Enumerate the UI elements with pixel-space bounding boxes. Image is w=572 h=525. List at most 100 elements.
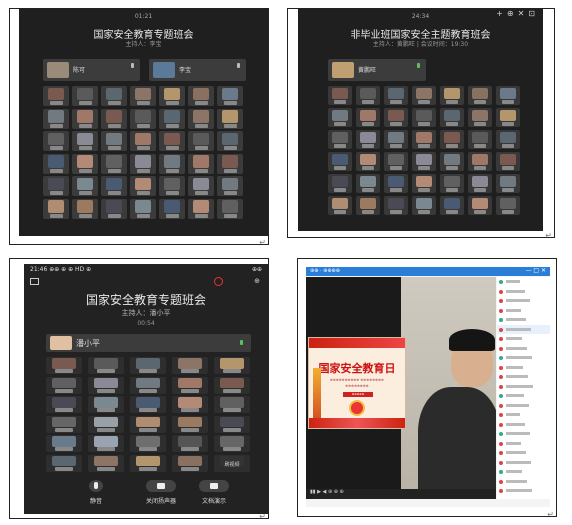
participant-tile[interactable] bbox=[217, 131, 243, 151]
participant-tile[interactable] bbox=[468, 174, 492, 193]
participant-tile[interactable] bbox=[214, 357, 250, 374]
participant-tile[interactable] bbox=[440, 152, 464, 171]
participant-tile[interactable] bbox=[130, 415, 166, 433]
participant-tile[interactable] bbox=[468, 86, 492, 105]
participant-list-item[interactable] bbox=[497, 344, 550, 354]
participant-tile[interactable] bbox=[328, 152, 352, 171]
participant-tile[interactable]: 刷视频 bbox=[214, 454, 250, 472]
participant-tile[interactable] bbox=[101, 176, 127, 196]
participant-list-item[interactable] bbox=[497, 391, 550, 401]
participant-list-item[interactable] bbox=[497, 382, 550, 392]
close-icon[interactable]: ✕ bbox=[518, 9, 529, 18]
participant-tile[interactable] bbox=[412, 196, 436, 215]
mute-button[interactable]: 静音 bbox=[76, 480, 116, 505]
participant-tile[interactable] bbox=[46, 435, 82, 452]
participant-tile[interactable] bbox=[440, 130, 464, 149]
participant-tile[interactable] bbox=[130, 435, 166, 452]
participant-tile[interactable] bbox=[88, 435, 124, 452]
participant-list-item[interactable] bbox=[497, 429, 550, 439]
participant-tile[interactable] bbox=[384, 196, 408, 215]
host-card-1[interactable]: 陈可 bbox=[43, 59, 140, 81]
participant-tile[interactable] bbox=[46, 454, 82, 472]
participant-tile[interactable] bbox=[496, 130, 520, 149]
participant-tile[interactable] bbox=[188, 198, 214, 219]
participant-tile[interactable] bbox=[159, 176, 185, 196]
settings-icon[interactable]: ⊕ bbox=[507, 9, 518, 18]
participant-tile[interactable] bbox=[72, 176, 98, 196]
participant-list-item[interactable] bbox=[497, 401, 550, 411]
participant-tile[interactable] bbox=[214, 376, 250, 394]
participant-tile[interactable] bbox=[328, 130, 352, 149]
participant-tile[interactable] bbox=[172, 396, 208, 413]
participant-tile[interactable] bbox=[217, 86, 243, 106]
host-card[interactable]: 潘小平 bbox=[46, 334, 251, 352]
participant-tile[interactable] bbox=[130, 357, 166, 374]
participant-tile[interactable] bbox=[356, 152, 380, 171]
minimize-icon[interactable] bbox=[30, 278, 39, 285]
participant-tile[interactable] bbox=[130, 86, 156, 106]
participant-tile[interactable] bbox=[130, 454, 166, 472]
participant-tile[interactable] bbox=[159, 153, 185, 174]
host-card[interactable]: 黄鹏旺 bbox=[328, 59, 426, 81]
participant-tile[interactable] bbox=[43, 86, 69, 106]
participant-list-item[interactable] bbox=[497, 410, 550, 420]
participant-tile[interactable] bbox=[412, 108, 436, 127]
participant-tile[interactable] bbox=[130, 198, 156, 219]
participant-tile[interactable] bbox=[101, 198, 127, 219]
participant-tile[interactable] bbox=[328, 174, 352, 193]
participant-tile[interactable] bbox=[130, 376, 166, 394]
participant-tile[interactable] bbox=[101, 131, 127, 151]
participant-list-item[interactable] bbox=[497, 458, 550, 468]
participant-list-item[interactable] bbox=[497, 448, 550, 458]
participant-tile[interactable] bbox=[356, 108, 380, 127]
participant-list-item[interactable] bbox=[497, 353, 550, 363]
document-button[interactable]: 文档演示 bbox=[192, 480, 236, 505]
participant-tile[interactable] bbox=[440, 108, 464, 127]
participant-tile[interactable] bbox=[172, 454, 208, 472]
participant-tile[interactable] bbox=[130, 108, 156, 129]
participant-tile[interactable] bbox=[468, 152, 492, 171]
participant-tile[interactable] bbox=[214, 396, 250, 413]
participant-tile[interactable] bbox=[159, 198, 185, 219]
participant-tile[interactable] bbox=[130, 396, 166, 413]
host-card-2[interactable]: 李宝 bbox=[149, 59, 246, 81]
participant-tile[interactable] bbox=[72, 86, 98, 106]
speaker-button[interactable]: 关闭扬声器 bbox=[136, 480, 186, 505]
participant-tile[interactable] bbox=[328, 196, 352, 215]
participant-tile[interactable] bbox=[496, 108, 520, 127]
participant-tile[interactable] bbox=[172, 435, 208, 452]
participant-list-item[interactable] bbox=[497, 277, 550, 287]
participant-list-item[interactable] bbox=[497, 324, 550, 334]
participant-tile[interactable] bbox=[72, 131, 98, 151]
participant-tile[interactable] bbox=[101, 153, 127, 174]
participant-list-item[interactable] bbox=[497, 372, 550, 382]
participant-list-item[interactable] bbox=[497, 296, 550, 306]
participant-tile[interactable] bbox=[172, 357, 208, 374]
participant-tile[interactable] bbox=[43, 176, 69, 196]
participant-tile[interactable] bbox=[217, 198, 243, 219]
participant-tile[interactable] bbox=[412, 86, 436, 105]
participant-tile[interactable] bbox=[412, 174, 436, 193]
participant-tile[interactable] bbox=[217, 153, 243, 174]
participant-list-item[interactable] bbox=[497, 439, 550, 449]
participant-tile[interactable] bbox=[217, 176, 243, 196]
participant-list-item[interactable] bbox=[497, 287, 550, 297]
participant-tile[interactable] bbox=[468, 108, 492, 127]
participant-tile[interactable] bbox=[43, 198, 69, 219]
participant-tile[interactable] bbox=[356, 86, 380, 105]
participant-tile[interactable] bbox=[88, 357, 124, 374]
participant-tile[interactable] bbox=[188, 108, 214, 129]
participant-tile[interactable] bbox=[88, 376, 124, 394]
add-icon[interactable]: + bbox=[496, 9, 507, 18]
participant-tile[interactable] bbox=[412, 152, 436, 171]
participant-tile[interactable] bbox=[440, 196, 464, 215]
participant-tile[interactable] bbox=[384, 152, 408, 171]
participant-tile[interactable] bbox=[188, 86, 214, 106]
participant-tile[interactable] bbox=[88, 415, 124, 433]
participant-tile[interactable] bbox=[356, 130, 380, 149]
participant-tile[interactable] bbox=[496, 152, 520, 171]
participant-tile[interactable] bbox=[188, 176, 214, 196]
participant-tile[interactable] bbox=[130, 153, 156, 174]
window-icon[interactable]: ⊡ bbox=[528, 9, 539, 18]
participant-tile[interactable] bbox=[88, 396, 124, 413]
